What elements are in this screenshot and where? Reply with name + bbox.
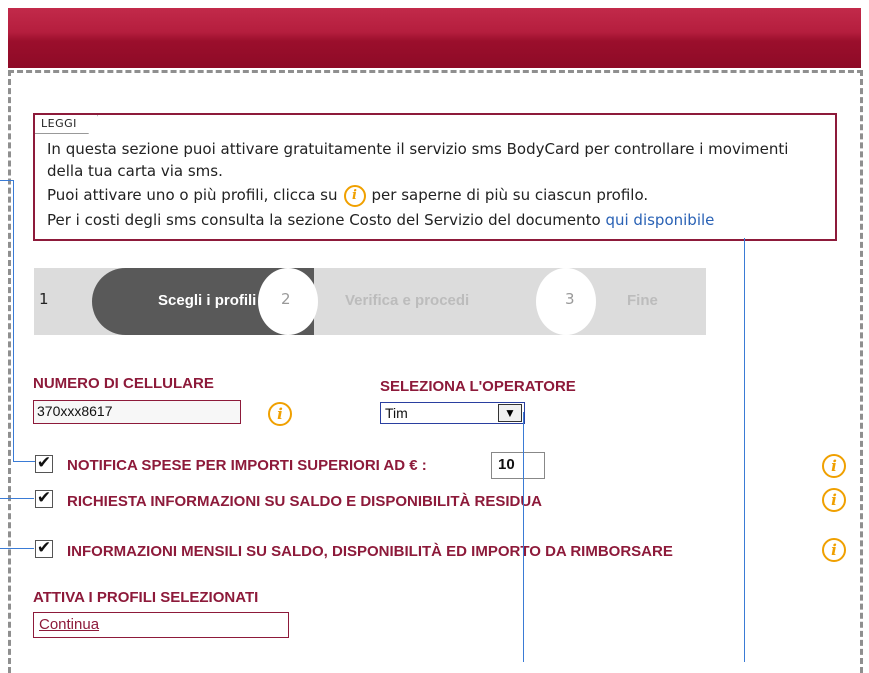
info-icon[interactable]: i: [822, 454, 846, 478]
step-3-label: Fine: [627, 292, 658, 309]
info-line-3: Per i costi degli sms consulta la sezion…: [47, 210, 715, 229]
phone-input[interactable]: 370xxx8617: [33, 400, 241, 424]
activate-label: ATTIVA I PROFILI SELEZIONATI: [33, 589, 259, 606]
checkbox-notifica-spese[interactable]: ✔: [35, 455, 53, 473]
info-icon[interactable]: i: [822, 488, 846, 512]
annotation-line: [0, 548, 34, 549]
step-1-number: 1: [39, 290, 49, 308]
annotation-line: [744, 238, 745, 662]
leggi-tab: LEGGI: [35, 115, 98, 134]
annotation-line: [0, 180, 14, 181]
step-2-number: 2: [281, 290, 291, 308]
info-icon[interactable]: i: [268, 402, 292, 426]
header-bar: [8, 8, 861, 68]
annotation-line: [523, 412, 524, 662]
info-icon[interactable]: i: [822, 538, 846, 562]
continue-button[interactable]: Continua: [33, 612, 289, 638]
info-icon[interactable]: i: [343, 184, 366, 207]
step-3-number: 3: [565, 290, 575, 308]
chevron-down-icon[interactable]: ▼: [498, 404, 522, 422]
step-1-label: Scegli i profili: [158, 292, 257, 309]
info-line-1: In questa sezione puoi attivare gratuita…: [47, 140, 789, 180]
option-label-notifica-spese: NOTIFICA SPESE PER IMPORTI SUPERIORI AD …: [67, 457, 427, 474]
operator-label: SELEZIONA L'OPERATORE: [380, 378, 576, 395]
info-box: LEGGI In questa sezione puoi attivare gr…: [33, 113, 837, 241]
option-label-richiesta-saldo: RICHIESTA INFORMAZIONI SU SALDO E DISPON…: [67, 493, 543, 510]
annotation-line: [0, 498, 34, 499]
info-text: In questa sezione puoi attivare gratuita…: [47, 138, 827, 231]
operator-select[interactable]: Tim ▼: [380, 402, 525, 424]
annotation-line: [13, 461, 35, 462]
qui-disponibile-link[interactable]: qui disponibile: [605, 211, 714, 229]
step-2-label: Verifica e procedi: [345, 292, 470, 309]
progress-steps: 1 Scegli i profili 2 Verifica e procedi …: [34, 268, 706, 335]
annotation-line: [13, 180, 14, 461]
checkbox-richiesta-saldo[interactable]: ✔: [35, 490, 53, 508]
operator-selected: Tim: [385, 405, 408, 421]
info-line-2: Puoi attivare uno o più profili, clicca …: [47, 184, 827, 207]
phone-label: NUMERO DI CELLULARE: [33, 375, 214, 392]
option-label-informazioni-mensili: INFORMAZIONI MENSILI SU SALDO, DISPONIBI…: [67, 543, 673, 560]
amount-input[interactable]: 10: [491, 452, 545, 479]
checkbox-informazioni-mensili[interactable]: ✔: [35, 540, 53, 558]
